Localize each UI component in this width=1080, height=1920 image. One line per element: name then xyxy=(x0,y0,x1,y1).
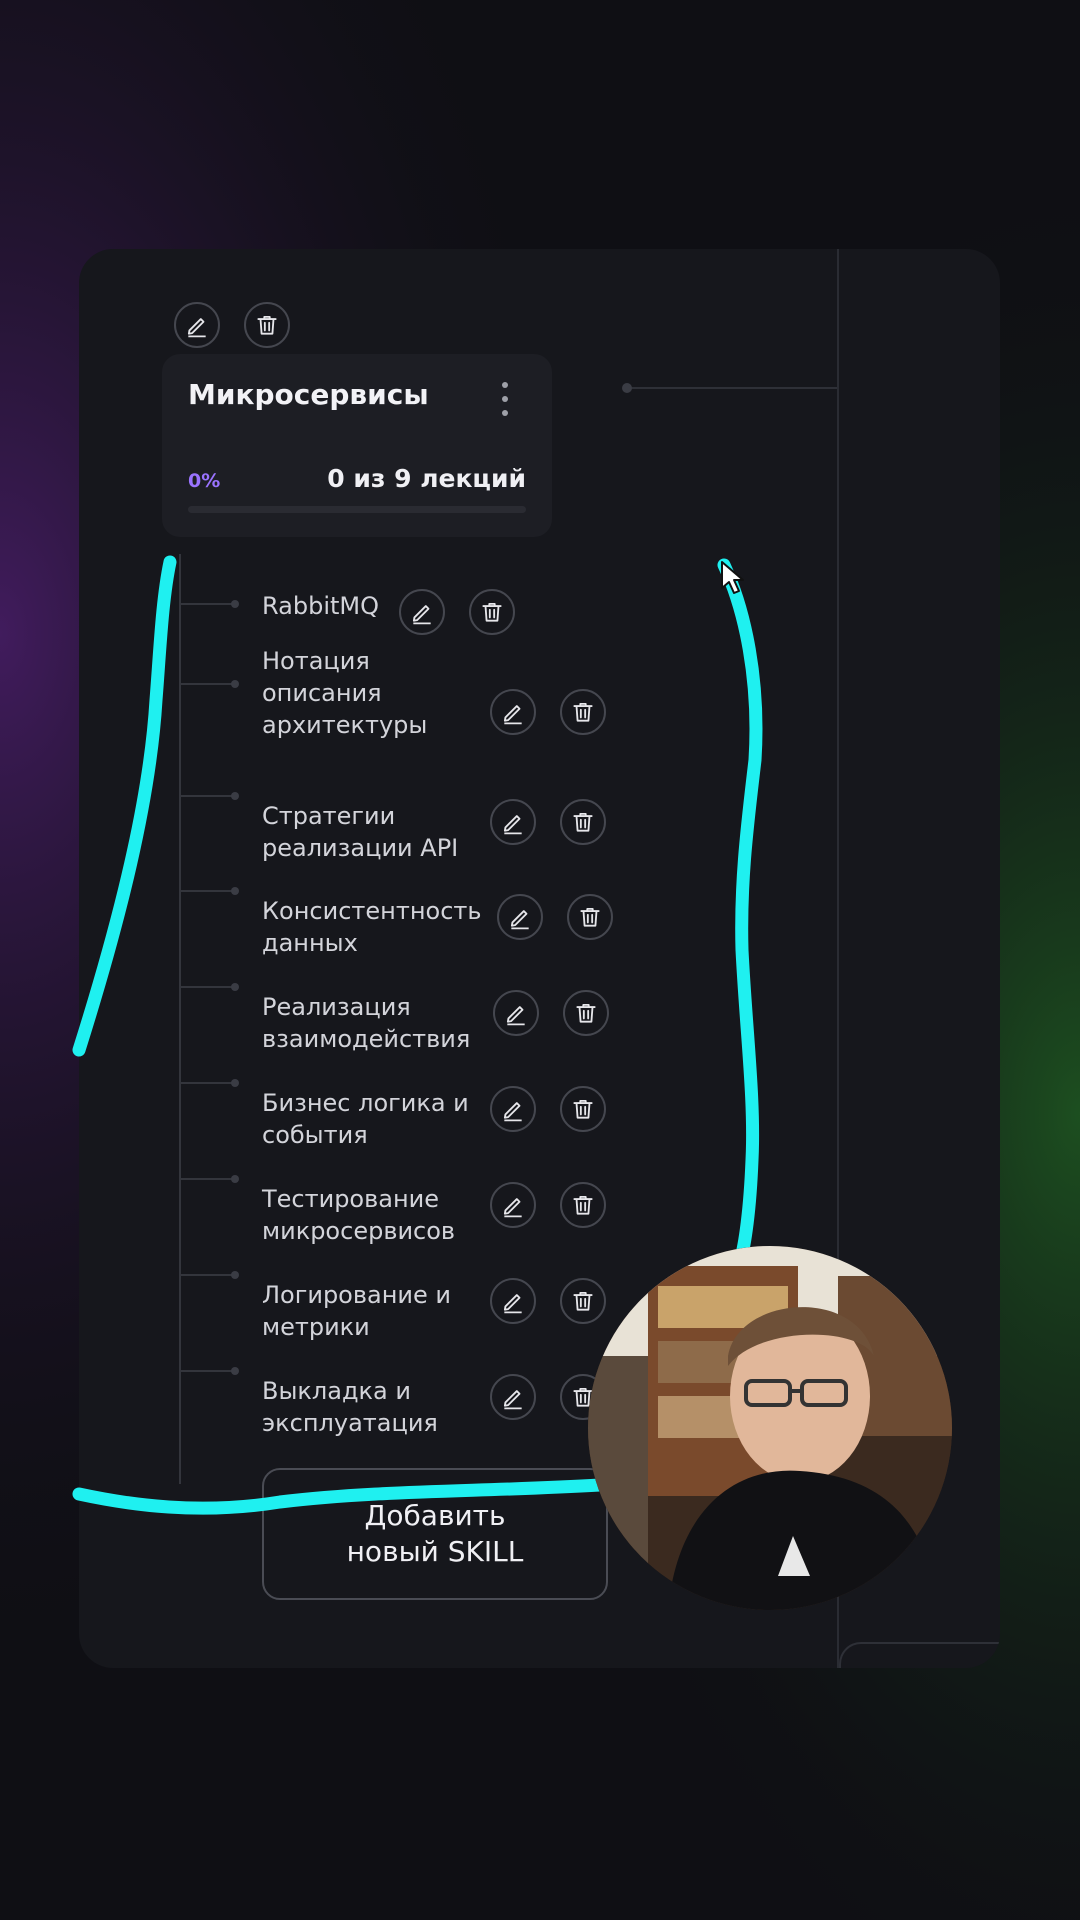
pencil-icon xyxy=(503,1198,522,1218)
pencil-icon xyxy=(506,1006,525,1026)
lecture-edit-button[interactable] xyxy=(490,799,536,845)
lecture-item[interactable]: Стратегии реализации API xyxy=(262,800,462,864)
tree-node-dot xyxy=(231,983,239,991)
webcam-overlay xyxy=(588,1246,952,1610)
tree-node-dot xyxy=(231,1175,239,1183)
pencil-icon xyxy=(503,1294,522,1314)
lecture-delete-button[interactable] xyxy=(469,589,515,635)
connector-line xyxy=(627,387,837,389)
next-card-edge xyxy=(839,1642,1000,1668)
lecture-edit-button[interactable] xyxy=(490,1182,536,1228)
pencil-icon xyxy=(412,605,431,625)
tree-branch xyxy=(179,890,234,892)
tree-branch xyxy=(179,603,234,605)
pencil-icon xyxy=(503,1102,522,1122)
lecture-edit-button[interactable] xyxy=(399,589,445,635)
course-delete-button[interactable] xyxy=(244,302,290,348)
pencil-icon xyxy=(503,1390,522,1410)
progress-bar xyxy=(188,506,526,513)
trash-icon xyxy=(482,602,502,622)
tree-branch xyxy=(179,1178,234,1180)
lecture-delete-button[interactable] xyxy=(560,1086,606,1132)
lecture-item[interactable]: Тестирование микросервисов xyxy=(262,1183,492,1247)
connector-dot xyxy=(622,383,632,393)
lecture-delete-button[interactable] xyxy=(563,990,609,1036)
tree-node-dot xyxy=(231,1367,239,1375)
lecture-edit-button[interactable] xyxy=(490,1278,536,1324)
presenter-video xyxy=(588,1246,952,1610)
tree-node-dot xyxy=(231,792,239,800)
tree-branch xyxy=(179,1370,234,1372)
tree-line xyxy=(179,554,181,1484)
tree-branch xyxy=(179,1274,234,1276)
trash-icon xyxy=(257,315,277,335)
pencil-icon xyxy=(510,910,529,930)
tree-branch xyxy=(179,986,234,988)
lecture-item[interactable]: Нотация описания архитектуры xyxy=(262,645,462,741)
trash-icon xyxy=(573,812,593,832)
tree-node-dot xyxy=(231,1271,239,1279)
mouse-cursor-icon xyxy=(721,561,744,594)
lecture-edit-button[interactable] xyxy=(493,990,539,1036)
lecture-delete-button[interactable] xyxy=(560,799,606,845)
tree-node-dot xyxy=(231,600,239,608)
add-skill-button[interactable]: Добавить новый SKILL xyxy=(262,1468,608,1600)
course-title: Микросервисы xyxy=(188,378,429,411)
lecture-delete-button[interactable] xyxy=(560,689,606,735)
trash-icon xyxy=(576,1003,596,1023)
lecture-item[interactable]: RabbitMQ xyxy=(262,590,392,622)
tree-node-dot xyxy=(231,887,239,895)
lecture-delete-button[interactable] xyxy=(560,1182,606,1228)
progress-text: 0 из 9 лекций xyxy=(327,464,526,493)
lecture-edit-button[interactable] xyxy=(490,689,536,735)
trash-icon xyxy=(573,1195,593,1215)
progress-percent: 0% xyxy=(188,470,221,492)
tree-node-dot xyxy=(231,680,239,688)
trash-icon xyxy=(573,1291,593,1311)
trash-icon xyxy=(573,702,593,722)
lecture-edit-button[interactable] xyxy=(490,1374,536,1420)
pencil-icon xyxy=(503,705,522,725)
lecture-item[interactable]: Консистентность данных xyxy=(262,895,492,959)
trash-icon xyxy=(573,1099,593,1119)
lecture-item[interactable]: Реализация взаимодействия xyxy=(262,991,492,1055)
tree-branch xyxy=(179,683,234,685)
pencil-icon xyxy=(187,318,206,338)
tree-node-dot xyxy=(231,1079,239,1087)
lecture-delete-button[interactable] xyxy=(567,894,613,940)
lecture-edit-button[interactable] xyxy=(490,1086,536,1132)
course-edit-button[interactable] xyxy=(174,302,220,348)
tree-branch xyxy=(179,1082,234,1084)
lecture-item[interactable]: Выкладка и эксплуатация xyxy=(262,1375,492,1439)
lecture-edit-button[interactable] xyxy=(497,894,543,940)
trash-icon xyxy=(580,907,600,927)
lecture-item[interactable]: Бизнес логика и события xyxy=(262,1087,492,1151)
course-card[interactable]: Микросервисы 0% 0 из 9 лекций xyxy=(162,354,552,537)
pencil-icon xyxy=(503,815,522,835)
tree-branch xyxy=(179,795,234,797)
lecture-item[interactable]: Логирование и метрики xyxy=(262,1279,492,1343)
lecture-delete-button[interactable] xyxy=(560,1278,606,1324)
kebab-menu-icon[interactable] xyxy=(498,382,512,416)
